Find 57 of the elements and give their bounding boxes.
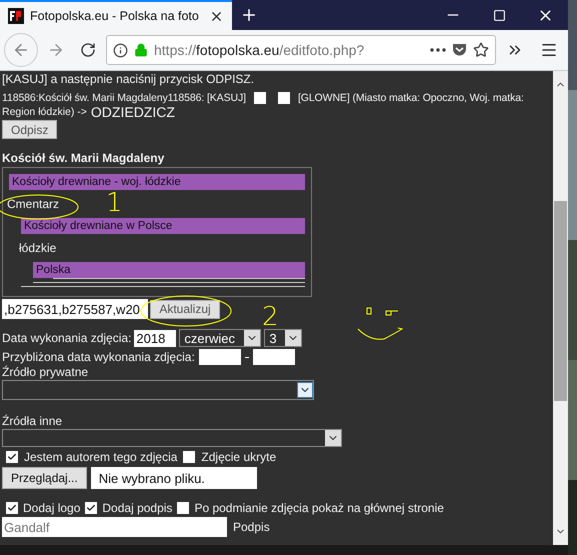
category-note: Cmentarz [7, 197, 60, 211]
checkbox[interactable] [254, 92, 266, 104]
signature-field[interactable]: Gandalf [2, 517, 227, 537]
checkbox-label: Po podmianie zdjęcia pokaż na głównej stronie [194, 501, 444, 515]
pocket-icon[interactable] [452, 43, 467, 57]
category-tag[interactable]: Kościoły drewniane - woj. łódzkie [9, 174, 305, 190]
info-icon[interactable] [113, 42, 128, 58]
codes-field[interactable]: ,b275631,b275587,w20 [2, 299, 148, 319]
record-text: Region łódzkie) -> [2, 106, 87, 118]
more-icon[interactable] [430, 48, 446, 52]
checkbox[interactable] [6, 451, 18, 463]
instruction-text: [KASUJ] a następnie naciśnij przycisk ODPISZ. [2, 72, 254, 86]
checkbox-label: Zdjęcie ukryte [201, 450, 276, 464]
star-icon[interactable] [473, 42, 489, 58]
handwritten-number: 1 [106, 188, 123, 218]
year-field[interactable]: 2018 [134, 330, 176, 346]
checkbox[interactable] [6, 502, 18, 514]
scrollbar-thumb[interactable] [554, 201, 567, 401]
checkbox[interactable] [177, 502, 190, 514]
checkbox-label: Jestem autorem tego zdjęcia [24, 450, 178, 464]
file-status: Nie wybrano pliku. [90, 467, 257, 489]
checkbox-label: Dodaj logo [23, 501, 80, 515]
browse-button[interactable]: Przeglądaj... [2, 467, 87, 489]
field-label: Źródło prywatne [2, 365, 88, 379]
other-sources-select[interactable] [2, 429, 342, 447]
checkbox[interactable] [278, 92, 290, 104]
date-from-field[interactable] [198, 349, 241, 365]
field-label: Podpis [233, 520, 270, 534]
odpisz-button[interactable]: Odpisz [2, 120, 58, 139]
month-select[interactable]: czerwiec [179, 329, 262, 347]
logo-icon [8, 8, 24, 24]
heading: Kościół św. Marii Magdaleny [2, 151, 166, 165]
tab-title: Fotopolska.eu - Polska na foto [30, 9, 200, 23]
url-text: https://fotopolska.eu/editfoto.php? [154, 42, 366, 58]
update-button[interactable]: Aktualizuj [150, 300, 220, 318]
category-tag[interactable]: Polska [33, 262, 305, 278]
smiley-doodle-drawing [358, 308, 402, 340]
field-label: Źródła inne [2, 414, 62, 428]
browser-tab[interactable]: Fotopolska.eu - Polska na foto [0, 0, 232, 30]
record-text: 118586:Kościół św. Marii Magdaleny118586: [KASUJ] [2, 92, 246, 104]
approx-date-label: Przybliżona data wykonania zdjęcia: [2, 350, 195, 364]
checkbox-label: Dodaj podpis [102, 501, 172, 515]
handwritten-number: 2 [262, 302, 279, 332]
lock-icon [134, 43, 148, 57]
checkbox[interactable] [85, 502, 98, 514]
category-tag[interactable]: Kościoły drewniane w Polsce [21, 218, 305, 234]
back-icon[interactable] [4, 33, 38, 67]
checkbox[interactable] [183, 451, 196, 463]
record-text: [GLOWNE] (Miasto matka: Opoczno, Woj. matka: [298, 92, 524, 104]
inherit-link[interactable]: ODZIEDZICZ [90, 104, 175, 120]
address-bar[interactable]: https://fotopolska.eu/editfoto.php? [106, 35, 496, 65]
scrollbar[interactable] [553, 71, 568, 545]
private-source-select[interactable] [2, 380, 314, 400]
category-note: łódzkie [19, 241, 56, 255]
day-select[interactable]: 3 [264, 329, 302, 347]
date-to-field[interactable] [252, 349, 295, 365]
date-label: Data wykonania zdjęcia: [2, 331, 132, 345]
